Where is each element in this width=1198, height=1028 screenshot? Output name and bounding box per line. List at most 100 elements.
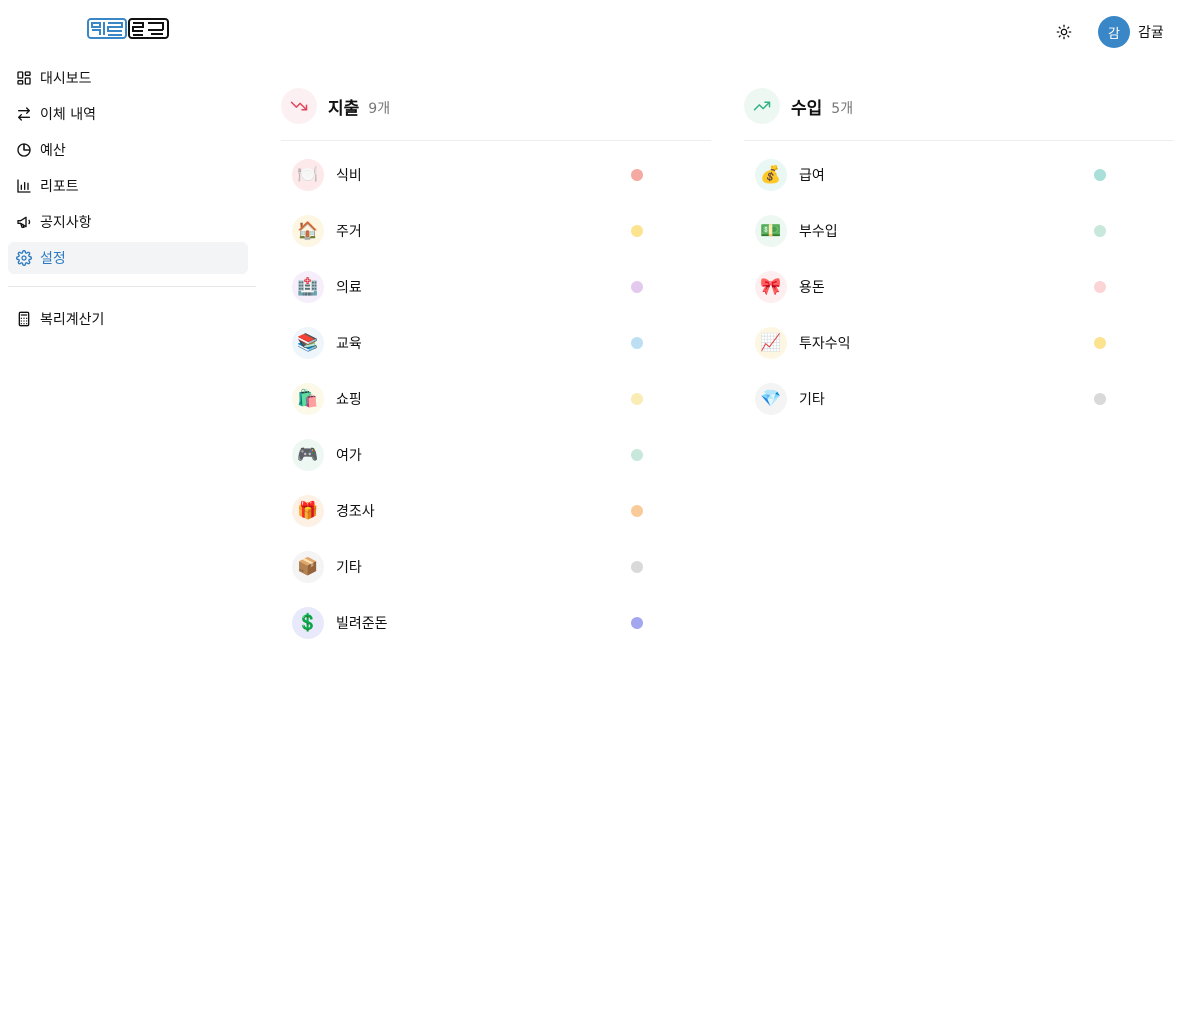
category-color-dot[interactable] <box>1094 393 1106 405</box>
category-color-dot[interactable] <box>631 617 643 629</box>
user-menu[interactable]: 감 감귤 <box>1098 16 1164 48</box>
calculator-icon <box>16 311 32 327</box>
category-name: 교육 <box>336 336 362 352</box>
category-row[interactable]: 🏥 의료 <box>281 271 711 303</box>
dashboard-icon <box>16 70 32 86</box>
category-emoji-icon: 💵 <box>755 215 787 247</box>
trending-down-icon <box>281 88 317 124</box>
category-emoji-icon: 📚 <box>292 327 324 359</box>
category-color-dot[interactable] <box>1094 225 1106 237</box>
category-color-dot[interactable] <box>631 505 643 517</box>
category-color-dot[interactable] <box>631 281 643 293</box>
category-name: 쇼핑 <box>336 392 362 408</box>
logo-mark-icon <box>87 18 169 39</box>
category-emoji-icon: 🛍️ <box>292 383 324 415</box>
sidebar-item-label: 이체 내역 <box>40 107 96 123</box>
category-color-dot[interactable] <box>631 337 643 349</box>
sidebar-item-notice[interactable]: 공지사항 <box>8 206 248 238</box>
category-name: 기타 <box>799 392 825 408</box>
category-color-dot[interactable] <box>631 393 643 405</box>
sidebar-item-transfers[interactable]: 이체 내역 <box>8 98 248 130</box>
user-name: 감귤 <box>1138 25 1164 41</box>
category-color-dot[interactable] <box>631 561 643 573</box>
sidebar-item-budget[interactable]: 예산 <box>8 134 248 166</box>
category-row[interactable]: 🎮 여가 <box>281 439 711 471</box>
category-row[interactable]: 🏠 주거 <box>281 215 711 247</box>
expense-count: 9개 <box>368 100 391 117</box>
sidebar: 대시보드 이체 내역 예산 리포트 공지사항 설정 복리계산기 <box>8 62 256 339</box>
avatar: 감 <box>1098 16 1130 48</box>
category-row[interactable]: 📈 투자수익 <box>744 327 1174 359</box>
category-row[interactable]: 💰 급여 <box>744 159 1174 191</box>
category-row[interactable]: 🛍️ 쇼핑 <box>281 383 711 415</box>
sidebar-item-label: 리포트 <box>40 179 79 195</box>
category-row[interactable]: 🍽️ 식비 <box>281 159 711 191</box>
category-emoji-icon: 🎮 <box>292 439 324 471</box>
gear-icon <box>16 250 32 266</box>
sidebar-item-label: 설정 <box>40 251 66 267</box>
sidebar-divider <box>8 286 256 287</box>
income-panel-header: 수입 5개 <box>744 88 1174 124</box>
sidebar-item-settings[interactable]: 설정 <box>8 242 248 274</box>
category-name: 주거 <box>336 224 362 240</box>
sidebar-item-dashboard[interactable]: 대시보드 <box>8 62 248 94</box>
sidebar-item-label: 복리계산기 <box>40 312 105 328</box>
megaphone-icon <box>16 214 32 230</box>
category-emoji-icon: 🎀 <box>755 271 787 303</box>
category-name: 의료 <box>336 280 362 296</box>
income-count: 5개 <box>831 100 854 117</box>
category-emoji-icon: 🏥 <box>292 271 324 303</box>
sidebar-item-label: 대시보드 <box>40 71 92 87</box>
category-name: 여가 <box>336 448 362 464</box>
income-title: 수입 <box>791 98 823 119</box>
bar-chart-icon <box>16 178 32 194</box>
category-name: 빌려준돈 <box>336 616 388 632</box>
arrows-swap-icon <box>16 106 32 122</box>
sidebar-item-label: 예산 <box>40 143 66 159</box>
category-color-dot[interactable] <box>631 169 643 181</box>
category-emoji-icon: 📦 <box>292 551 324 583</box>
expense-category-panel: 지출 9개 🍽️ 식비 🏠 주거 🏥 의료 📚 교육 🛍️ 쇼핑 🎮 여가 🎁 경조사 📦 기타 💲 빌려준돈 <box>281 88 711 663</box>
category-color-dot[interactable] <box>1094 169 1106 181</box>
income-category-list: 💰 급여 💵 부수입 🎀 용돈 📈 투자수익 💎 기타 <box>744 159 1174 415</box>
category-row[interactable]: 💵 부수입 <box>744 215 1174 247</box>
category-color-dot[interactable] <box>631 225 643 237</box>
pie-chart-icon <box>16 142 32 158</box>
panel-divider <box>281 140 711 141</box>
panel-divider <box>744 140 1174 141</box>
category-row[interactable]: 🎀 용돈 <box>744 271 1174 303</box>
category-name: 투자수익 <box>799 336 851 352</box>
sidebar-item-compound-calculator[interactable]: 복리계산기 <box>8 303 248 335</box>
category-color-dot[interactable] <box>1094 281 1106 293</box>
category-name: 기타 <box>336 560 362 576</box>
trending-up-icon <box>744 88 780 124</box>
sidebar-item-label: 공지사항 <box>40 215 92 231</box>
expense-category-list: 🍽️ 식비 🏠 주거 🏥 의료 📚 교육 🛍️ 쇼핑 🎮 여가 🎁 경조사 📦 기타 💲 빌려준돈 <box>281 159 711 639</box>
category-row[interactable]: 💎 기타 <box>744 383 1174 415</box>
income-category-panel: 수입 5개 💰 급여 💵 부수입 🎀 용돈 📈 투자수익 💎 기타 <box>744 88 1174 439</box>
category-name: 급여 <box>799 168 825 184</box>
category-emoji-icon: 💰 <box>755 159 787 191</box>
app-logo[interactable] <box>87 18 169 39</box>
category-name: 부수입 <box>799 224 838 240</box>
expense-panel-header: 지출 9개 <box>281 88 711 124</box>
category-row[interactable]: 📚 교육 <box>281 327 711 359</box>
category-emoji-icon: 🍽️ <box>292 159 324 191</box>
category-row[interactable]: 📦 기타 <box>281 551 711 583</box>
category-color-dot[interactable] <box>631 449 643 461</box>
expense-title: 지출 <box>328 98 360 119</box>
category-emoji-icon: 💲 <box>292 607 324 639</box>
sun-icon <box>1056 24 1072 40</box>
category-emoji-icon: 🏠 <box>292 215 324 247</box>
category-emoji-icon: 🎁 <box>292 495 324 527</box>
category-emoji-icon: 📈 <box>755 327 787 359</box>
category-emoji-icon: 💎 <box>755 383 787 415</box>
category-color-dot[interactable] <box>1094 337 1106 349</box>
category-row[interactable]: 🎁 경조사 <box>281 495 711 527</box>
sidebar-item-report[interactable]: 리포트 <box>8 170 248 202</box>
category-name: 용돈 <box>799 280 825 296</box>
category-name: 식비 <box>336 168 362 184</box>
category-row[interactable]: 💲 빌려준돈 <box>281 607 711 639</box>
theme-toggle-button[interactable] <box>1052 20 1076 44</box>
category-name: 경조사 <box>336 504 375 520</box>
